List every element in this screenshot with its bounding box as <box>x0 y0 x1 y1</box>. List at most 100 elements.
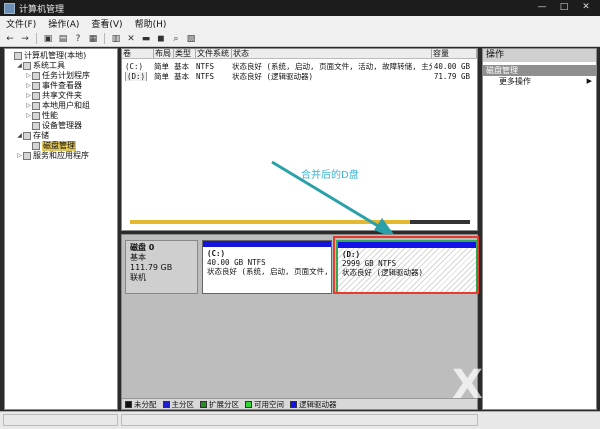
help-icon[interactable]: ? <box>72 33 84 45</box>
actions-header: 操作 <box>483 49 596 62</box>
legend-label: 逻辑驱动器 <box>299 399 337 409</box>
expand-arrow-icon[interactable]: ▷ <box>25 111 32 121</box>
column-header-filesystem[interactable]: 文件系统 <box>196 49 232 58</box>
tree-node-icon <box>32 122 40 130</box>
table-row[interactable]: (C:) 简单 基本 NTFS 状态良好 (系统, 启动, 页面文件, 活动, … <box>122 61 477 71</box>
annotation-arrow <box>271 160 398 240</box>
tree-node-icon <box>23 132 31 140</box>
tree-node-icon <box>32 92 40 100</box>
title-bar: 计算机管理 — □ ✕ <box>0 0 600 16</box>
tree-item[interactable]: 设备管理器 <box>5 121 117 131</box>
legend-swatch <box>200 401 207 408</box>
disk-info[interactable]: 磁盘 0 基本 111.79 GB 联机 <box>125 240 198 294</box>
actions-pane: 操作 磁盘管理 更多操作 ▶ <box>482 48 597 410</box>
search-icon[interactable]: ⌕ <box>170 33 182 45</box>
tree-item[interactable]: ▷ 服务和应用程序 <box>5 151 117 161</box>
navigation-tree: 计算机管理(本地) ◢ 系统工具 ▷ 任务计划程序 ▷ 事件查看器 ▷ 共享文件夹 ▷ 本地用户和组… <box>4 48 118 410</box>
status-segment <box>3 414 118 426</box>
minimize-button[interactable]: — <box>532 1 552 14</box>
tree-item[interactable]: ◢ 系统工具 <box>5 61 117 71</box>
column-header-volume[interactable]: 卷 <box>122 49 154 58</box>
expand-arrow-icon[interactable]: ▷ <box>25 81 32 91</box>
menu-action[interactable]: 操作(A) <box>48 17 79 30</box>
tree-item[interactable]: ▷ 事件查看器 <box>5 81 117 91</box>
properties-icon[interactable]: ▦ <box>87 33 99 45</box>
back-icon[interactable]: ← <box>4 33 16 45</box>
volume-filesystem: NTFS <box>196 61 215 71</box>
expand-arrow-icon[interactable]: ▷ <box>25 91 32 101</box>
forward-icon[interactable]: → <box>19 33 31 45</box>
tree-item[interactable]: ▷ 性能 <box>5 111 117 121</box>
volume-name: (C:) <box>125 61 144 71</box>
column-header-capacity[interactable]: 容量 <box>432 49 477 58</box>
volume-type: 基本 <box>174 71 189 81</box>
actions-section-disk-management[interactable]: 磁盘管理 <box>483 65 596 76</box>
tree-node-icon <box>32 102 40 110</box>
volume-layout: 简单 <box>154 71 169 81</box>
disk-type: 基本 <box>130 253 146 262</box>
legend: 未分配 主分区 扩展分区 可用空间 逻辑驱动器 <box>122 398 477 409</box>
expand-arrow-icon[interactable]: ▷ <box>25 71 32 81</box>
expand-arrow-icon[interactable]: ◢ <box>16 131 23 141</box>
tree-item[interactable]: ◢ 存储 <box>5 131 117 141</box>
tree-item[interactable]: ▷ 任务计划程序 <box>5 71 117 81</box>
tree-item-label: 任务计划程序 <box>42 71 90 80</box>
tree-item-label: 存储 <box>33 131 49 140</box>
volume-icon[interactable]: ◼ <box>155 33 167 45</box>
disk-icon[interactable]: ▬ <box>140 33 152 45</box>
volume-status: 状态良好 (逻辑驱动器) <box>232 71 314 81</box>
expand-arrow-icon[interactable]: ◢ <box>16 61 23 71</box>
column-header-status[interactable]: 状态 <box>232 49 432 58</box>
tree-item-label: 共享文件夹 <box>42 91 82 100</box>
toolbar-divider <box>104 33 105 44</box>
up-folder-icon[interactable]: ▣ <box>42 33 54 45</box>
legend-item: 主分区 <box>162 399 194 410</box>
tree-item[interactable]: 计算机管理(本地) <box>5 51 117 61</box>
export-list-icon[interactable]: ▥ <box>110 33 122 45</box>
tree-node-icon <box>23 152 31 160</box>
chevron-right-icon: ▶ <box>586 77 592 85</box>
menu-file[interactable]: 文件(F) <box>6 17 36 30</box>
more-actions-label: 更多操作 <box>499 77 531 86</box>
tree-item[interactable]: ▷ 共享文件夹 <box>5 91 117 101</box>
delete-icon[interactable]: ✕ <box>125 33 137 45</box>
more-actions-item[interactable]: 更多操作 ▶ <box>483 76 596 87</box>
tree-item-label: 服务和应用程序 <box>33 151 89 160</box>
watermark-text: 系统城 <box>496 372 562 396</box>
partition-status: 状态良好 (系统, 启动, 页面文件, 活动 <box>207 267 331 276</box>
maximize-button[interactable]: □ <box>554 1 574 14</box>
disk-size: 111.79 GB <box>130 263 173 272</box>
volume-capacity: 71.79 GB <box>433 71 470 81</box>
computer-management-icon <box>4 2 15 14</box>
disk-state: 联机 <box>130 273 146 282</box>
expand-arrow-icon[interactable]: ▷ <box>25 101 32 111</box>
legend-item: 未分配 <box>125 399 157 410</box>
partition-c[interactable]: (C:) 40.00 GB NTFS 状态良好 (系统, 启动, 页面文件, 活… <box>202 240 332 294</box>
window-title: 计算机管理 <box>19 4 65 15</box>
partition-name: (C:) <box>207 249 226 258</box>
legend-label: 扩展分区 <box>209 399 239 409</box>
legend-swatch <box>245 401 252 408</box>
tree-item-label: 设备管理器 <box>42 121 82 130</box>
scrollbar-thumb[interactable] <box>410 220 470 224</box>
close-button[interactable]: ✕ <box>576 1 596 14</box>
menu-help[interactable]: 帮助(H) <box>135 17 167 30</box>
volume-list-header: 卷 布局 类型 文件系统 状态 容量 <box>122 49 477 59</box>
table-row[interactable]: (D:) 简单 基本 NTFS 状态良好 (逻辑驱动器) 71.79 GB <box>122 71 477 81</box>
tree-item-label: 磁盘管理 <box>42 141 76 151</box>
expand-arrow-icon[interactable]: ▷ <box>16 151 23 161</box>
column-header-type[interactable]: 类型 <box>174 49 196 58</box>
show-hide-tree-icon[interactable]: ▤ <box>57 33 69 45</box>
toolbar-divider <box>36 33 37 44</box>
tree-node-icon <box>32 82 40 90</box>
column-header-layout[interactable]: 布局 <box>154 49 174 58</box>
legend-swatch <box>290 401 297 408</box>
view-icon[interactable]: ▧ <box>185 33 197 45</box>
legend-label: 可用空间 <box>254 399 284 409</box>
tree-item[interactable]: 磁盘管理 <box>5 141 117 151</box>
legend-item: 逻辑驱动器 <box>290 399 337 410</box>
volume-capacity: 40.00 GB <box>433 61 470 71</box>
tree-item[interactable]: ▷ 本地用户和组 <box>5 101 117 111</box>
menu-view[interactable]: 查看(V) <box>91 17 122 30</box>
partition-size: 40.00 GB NTFS <box>207 258 266 267</box>
